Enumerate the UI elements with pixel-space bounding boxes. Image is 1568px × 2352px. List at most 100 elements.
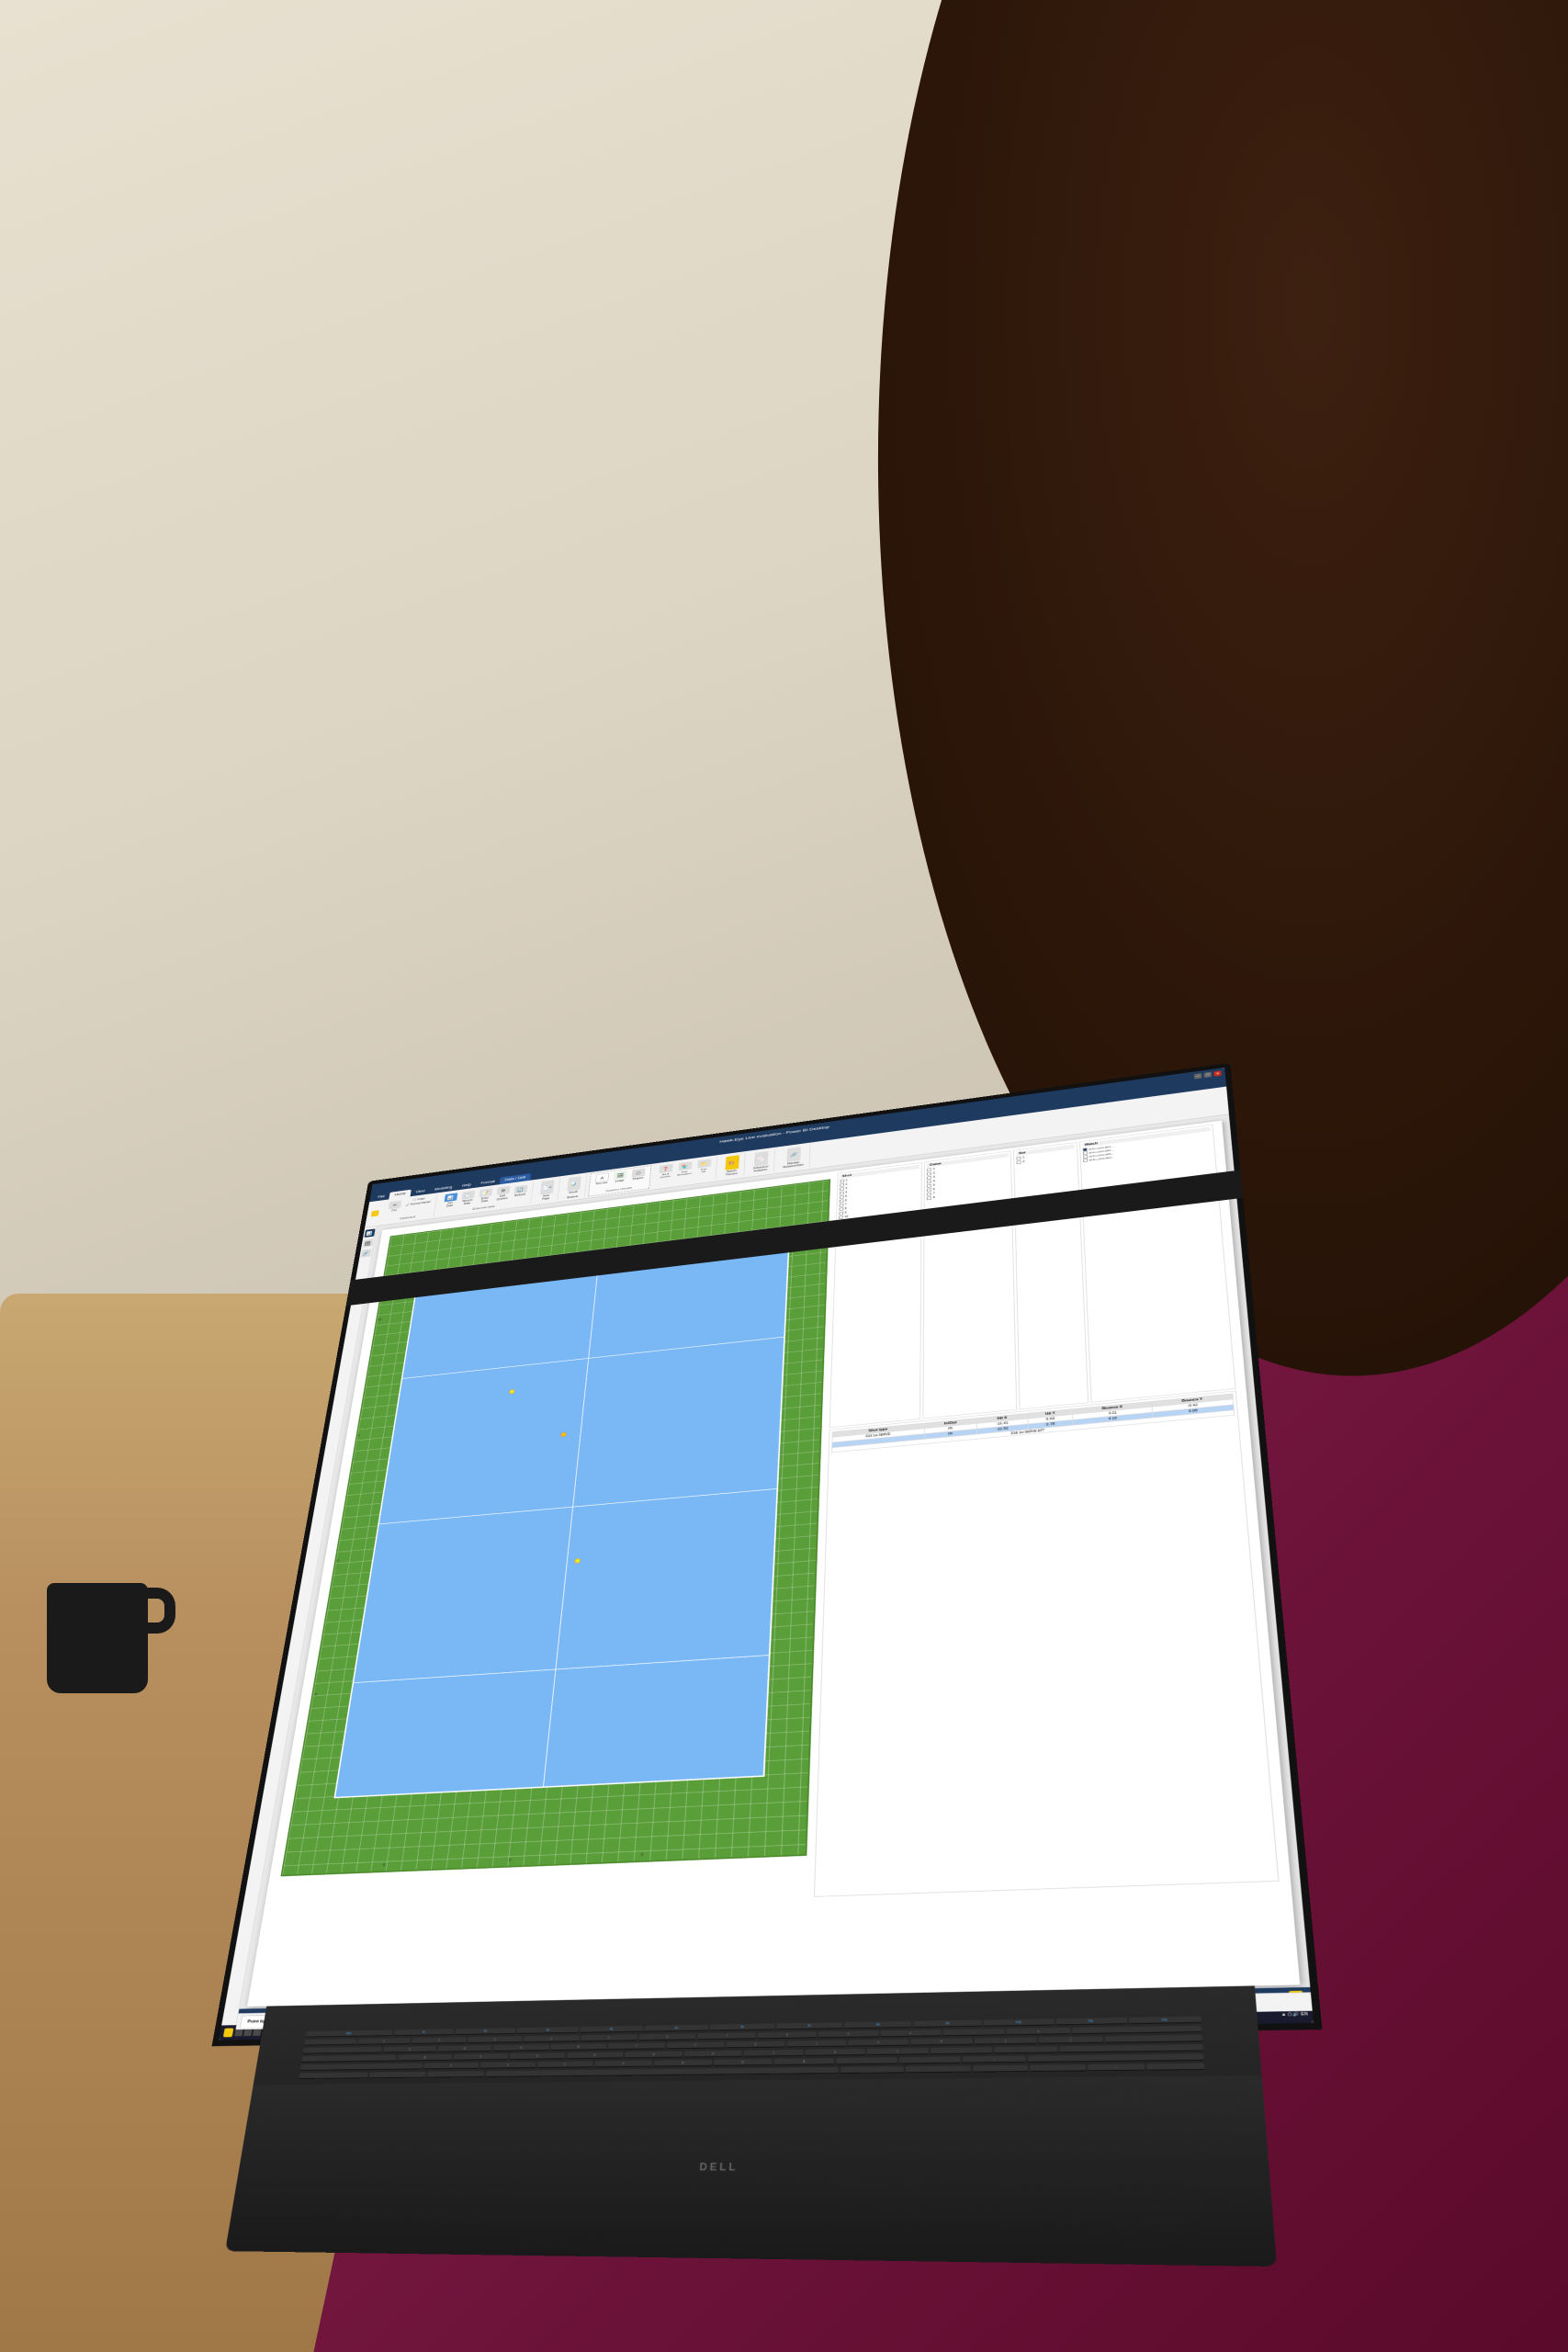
key-b[interactable]: B [653, 2060, 712, 2067]
key-shift-r[interactable] [1027, 2053, 1203, 2063]
switch-themes-button[interactable]: 🎨 SwitchThemes [722, 1154, 741, 1177]
key-f9[interactable]: F9 [913, 2019, 982, 2027]
key-comma[interactable]: , [836, 2057, 897, 2064]
key-f5[interactable]: F5 [644, 2024, 708, 2031]
key-f1[interactable]: F1 [393, 2029, 453, 2036]
key-alt-l[interactable] [426, 2071, 484, 2077]
key-enter[interactable] [1059, 2044, 1202, 2052]
edit-queries-button[interactable]: ⚙ EditQueries [493, 1185, 512, 1202]
key-5[interactable]: 5 [580, 2034, 637, 2041]
game-checkbox-4[interactable] [927, 1180, 931, 1183]
cut-button[interactable]: ✂ Cut [386, 1200, 403, 1214]
key-j[interactable]: J [743, 2050, 803, 2057]
key-9[interactable]: 9 [818, 2030, 878, 2038]
from-file-button[interactable]: 📁 FromFile [694, 1158, 713, 1174]
key-o[interactable]: O [848, 2039, 908, 2046]
key-e[interactable]: E [493, 2044, 549, 2052]
key-r[interactable]: R [549, 2043, 606, 2051]
game-checkbox-3[interactable] [927, 1176, 931, 1180]
key-f10[interactable]: F10 [984, 2018, 1054, 2026]
key-g[interactable]: G [625, 2051, 682, 2058]
key-s[interactable]: S [453, 2053, 508, 2061]
key-quote[interactable]: ' [994, 2046, 1057, 2053]
game-checkbox-5[interactable] [927, 1184, 931, 1188]
icon-bar-model[interactable]: 🔗 [360, 1249, 371, 1258]
icon-bar-data[interactable]: 🗄 [362, 1238, 373, 1248]
shot-checkbox-1[interactable] [840, 1179, 844, 1182]
text-box-button[interactable]: A Text box [592, 1172, 611, 1186]
key-minus[interactable]: - [942, 2029, 1005, 2036]
minimize-button[interactable]: ─ [1194, 1073, 1202, 1080]
key-bracket-l[interactable]: [ [974, 2037, 1036, 2044]
key-tilde[interactable] [303, 2039, 356, 2045]
game-checkbox-1[interactable] [927, 1168, 931, 1171]
shot-checkbox-5[interactable] [839, 1195, 843, 1199]
key-tab[interactable] [302, 2047, 381, 2054]
key-f12[interactable]: F12 [1128, 2016, 1201, 2024]
key-y[interactable]: Y [666, 2041, 724, 2049]
key-ctrl-r[interactable] [906, 2065, 971, 2073]
key-f11[interactable]: F11 [1055, 2018, 1126, 2026]
key-backspace[interactable] [1072, 2025, 1201, 2033]
icon-bar-report[interactable]: 📊 [364, 1228, 375, 1238]
key-c[interactable]: C [536, 2061, 593, 2068]
set-checkbox-2[interactable] [1016, 1160, 1021, 1164]
key-alt-r[interactable] [840, 2066, 904, 2074]
key-q[interactable]: Q [382, 2046, 436, 2053]
refresh-button[interactable]: 🔄 Refresh [511, 1184, 529, 1198]
game-checkbox-2[interactable] [927, 1171, 931, 1175]
key-p[interactable]: P [910, 2038, 972, 2045]
key-v[interactable]: V [594, 2060, 652, 2067]
key-esc[interactable]: ESC [305, 2030, 393, 2037]
key-8[interactable]: 8 [757, 2031, 817, 2039]
key-7[interactable]: 7 [697, 2032, 756, 2040]
image-button[interactable]: 🖼 Image [611, 1170, 629, 1184]
manage-relationships-button[interactable]: 🔗 ManageRelationships [781, 1146, 807, 1170]
get-data-button[interactable]: 📊 GetData [441, 1192, 459, 1208]
key-z[interactable]: Z [423, 2063, 479, 2069]
shot-checkbox-6[interactable] [839, 1199, 843, 1203]
key-m[interactable]: M [773, 2058, 834, 2065]
key-backslash[interactable] [1104, 2035, 1202, 2043]
key-a[interactable]: A [397, 2054, 451, 2061]
key-slash[interactable]: / [963, 2055, 1026, 2063]
key-f2[interactable]: F2 [455, 2028, 516, 2035]
key-2[interactable]: 2 [412, 2037, 466, 2044]
key-l[interactable]: L [867, 2048, 929, 2055]
maximize-button[interactable]: □ [1203, 1071, 1212, 1078]
taskbar-icon-2[interactable] [243, 2028, 253, 2035]
key-u[interactable]: U [726, 2041, 784, 2048]
key-caps[interactable] [300, 2054, 396, 2062]
key-f3[interactable]: F3 [516, 2027, 579, 2034]
key-k[interactable]: K [805, 2049, 865, 2056]
set-checkbox-1[interactable] [1016, 1156, 1021, 1159]
taskbar-icon-1[interactable] [234, 2029, 243, 2036]
key-f8[interactable]: F8 [844, 2021, 911, 2029]
enter-data-button[interactable]: 📝 EnterData [476, 1187, 494, 1204]
key-arrow-d[interactable]: ↓ [1087, 2064, 1144, 2071]
key-6[interactable]: 6 [638, 2033, 696, 2041]
key-semi[interactable]: ; [930, 2047, 992, 2054]
key-f[interactable]: F [566, 2052, 623, 2059]
taskbar-icon-3[interactable] [252, 2028, 261, 2035]
key-arrow-u[interactable]: ↑ [1029, 2064, 1085, 2072]
key-n[interactable]: N [713, 2059, 773, 2066]
key-f7[interactable]: F7 [776, 2022, 842, 2030]
key-h[interactable]: H [683, 2050, 742, 2057]
visual-button[interactable]: 📊 Visual [564, 1175, 582, 1195]
shot-checkbox-3[interactable] [840, 1187, 844, 1191]
key-bracket-r[interactable]: ] [1038, 2036, 1102, 2043]
key-arrow-r[interactable]: → [1145, 2063, 1203, 2070]
key-1[interactable]: 1 [357, 2038, 411, 2045]
key-x[interactable]: X [479, 2062, 536, 2069]
key-w[interactable]: W [437, 2045, 492, 2052]
game-checkbox-6[interactable] [927, 1188, 931, 1192]
key-0[interactable]: 0 [880, 2030, 942, 2037]
shot-checkbox-9[interactable] [839, 1212, 843, 1216]
key-t[interactable]: T [607, 2042, 664, 2050]
shot-checkbox-4[interactable] [840, 1191, 844, 1194]
from-marketplace-button[interactable]: 🏪 FromMarketplace [674, 1160, 694, 1177]
game-checkbox-8[interactable] [927, 1196, 931, 1200]
key-period[interactable]: . [898, 2056, 961, 2064]
shot-checkbox-7[interactable] [839, 1204, 843, 1207]
